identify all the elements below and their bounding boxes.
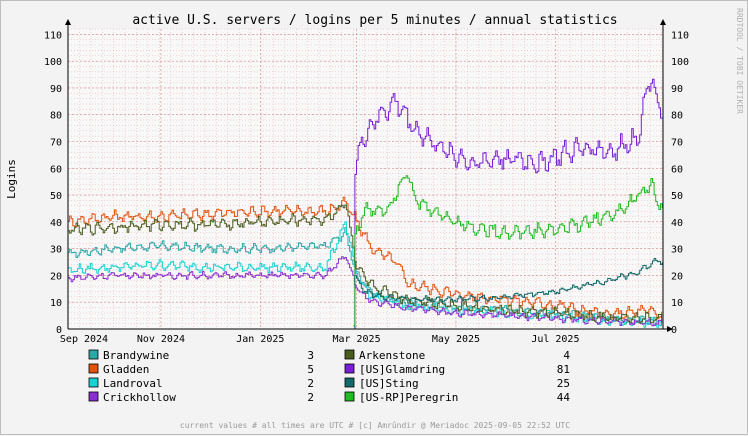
y-tick-label-right: 0 (671, 325, 677, 336)
legend-name: [US]Glamdring (359, 363, 445, 376)
legend-swatch (88, 349, 99, 360)
y-tick-label-left: 30 (50, 245, 62, 256)
y-tick-label-right: 10 (671, 298, 683, 309)
legend-name: [US]Sting (359, 377, 419, 390)
y-tick-label-right: 100 (671, 57, 689, 68)
legend-swatch (344, 349, 355, 360)
legend-name: Brandywine (103, 349, 169, 362)
y-tick-label-right: 80 (671, 111, 683, 122)
y-tick-label-left: 10 (50, 298, 62, 309)
legend-name: Arkenstone (359, 349, 425, 362)
y-tick-label-left: 90 (50, 84, 62, 95)
y-tick-label-right: 40 (671, 218, 683, 229)
y-tick-label-left: 110 (44, 30, 62, 41)
legend-name: [US-RP]Peregrin (359, 391, 458, 404)
y-tick-label-left: 50 (50, 191, 62, 202)
y-tick-label-left: 20 (50, 271, 62, 282)
y-tick-label-left: 60 (50, 164, 62, 175)
y-tick-label-right: 20 (671, 271, 683, 282)
y-tick-label-right: 50 (671, 191, 683, 202)
legend-current-value: 81 (557, 363, 570, 376)
chart-title: active U.S. servers / logins per 5 minut… (132, 13, 617, 28)
y-tick-label-right: 90 (671, 84, 683, 95)
y-tick-label-left: 80 (50, 111, 62, 122)
y-axis-right-arrow (660, 19, 666, 25)
y-axis-left-arrow (65, 19, 71, 25)
x-tick-label: Jan 2025 (236, 334, 284, 345)
x-tick-label: Nov 2024 (137, 334, 185, 345)
legend-current-value: 25 (557, 377, 570, 390)
y-tick-label-left: 100 (44, 57, 62, 68)
legend-swatch (88, 391, 99, 402)
legend-current-value: 44 (557, 391, 571, 404)
y-tick-label-right: 30 (671, 245, 683, 256)
rrdtool-credit: RRDTOOL / TOBI OETIKER (735, 8, 744, 114)
y-tick-label-right: 110 (671, 30, 689, 41)
graph-frame: 0 10 20 30 40 50 60 70 80 90 100 110 0 10 20 30 40 50 60 7… (0, 0, 748, 435)
y-tick-label-left: 70 (50, 138, 62, 149)
legend-current-value: 3 (307, 349, 314, 362)
legend-current-value: 2 (307, 377, 314, 390)
legend-current-value: 2 (307, 391, 314, 404)
y-axis-label: Logins (5, 159, 18, 199)
legend-swatch (344, 391, 355, 402)
footer-text: current values # all times are UTC # [c]… (180, 421, 570, 430)
legend-name: Landroval (103, 377, 163, 390)
legend-name: Gladden (103, 363, 149, 376)
legend-swatch (344, 377, 355, 388)
legend-current-value: 5 (307, 363, 314, 376)
y-tick-label-left: 40 (50, 218, 62, 229)
legend-swatch (88, 377, 99, 388)
x-tick-label: Jul 2025 (531, 334, 579, 345)
y-tick-label-right: 70 (671, 138, 683, 149)
y-tick-label-right: 60 (671, 164, 683, 175)
legend-swatch (344, 363, 355, 374)
legend-current-value: 4 (563, 349, 570, 362)
legend-swatch (88, 363, 99, 374)
legend-name: Crickhollow (103, 391, 176, 404)
x-tick-label: Sep 2024 (60, 334, 108, 345)
chart: 0102030405060708090100110 01020304050607… (5, 8, 744, 430)
x-tick-label: May 2025 (432, 334, 480, 345)
x-tick-label: Mar 2025 (332, 334, 380, 345)
